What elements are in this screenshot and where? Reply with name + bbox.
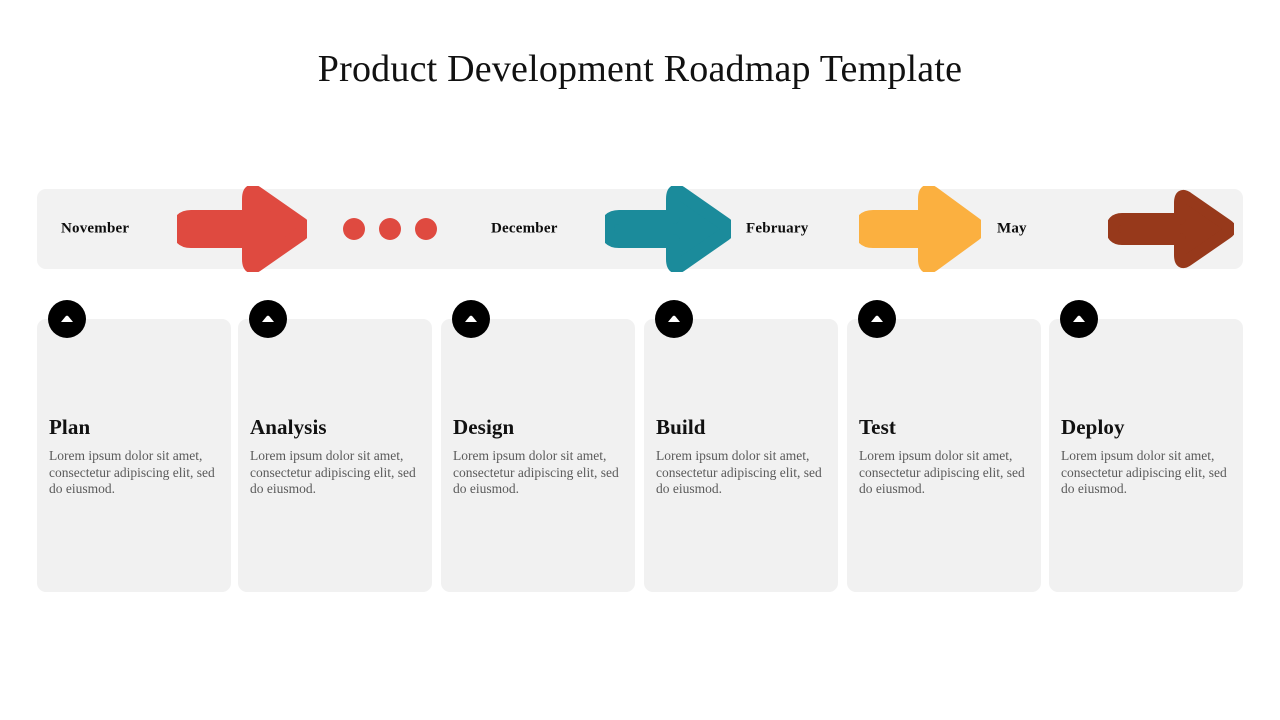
card-heading: Test [859,415,896,439]
chevron-up-icon[interactable] [452,300,490,338]
roadmap-card-deploy[interactable]: Deploy Lorem ipsum dolor sit amet, conse… [1049,300,1243,592]
card-description: Lorem ipsum dolor sit amet, consectetur … [656,448,822,496]
page-title: Product Development Roadmap Template [317,48,963,90]
chevron-up-icon[interactable] [48,300,86,338]
timeline-label-november: November [61,220,130,237]
timeline-bar: November December February May [37,186,1243,272]
card-heading: Deploy [1061,415,1125,439]
progress-dot [343,218,365,240]
chevron-up-icon[interactable] [655,300,693,338]
card-description: Lorem ipsum dolor sit amet, consectetur … [49,448,215,496]
chevron-up-icon[interactable] [858,300,896,338]
arrow-teal-icon [605,186,731,272]
roadmap-card-plan[interactable]: Plan Lorem ipsum dolor sit amet, consect… [37,300,231,592]
roadmap-card-design[interactable]: Design Lorem ipsum dolor sit amet, conse… [441,300,635,592]
progress-dots [343,218,437,240]
card-content: Design Lorem ipsum dolor sit amet, conse… [453,415,623,498]
timeline-label-february: February [746,220,809,237]
card-heading: Plan [49,415,91,439]
card-content: Plan Lorem ipsum dolor sit amet, consect… [49,415,219,498]
card-description: Lorem ipsum dolor sit amet, consectetur … [1061,448,1227,496]
card-content: Analysis Lorem ipsum dolor sit amet, con… [250,415,420,498]
arrow-brown-icon [1108,186,1234,272]
progress-dot [379,218,401,240]
chevron-up-icon[interactable] [249,300,287,338]
card-heading: Analysis [250,415,327,439]
progress-dot [415,218,437,240]
arrow-orange-icon [859,186,981,272]
roadmap-card-build[interactable]: Build Lorem ipsum dolor sit amet, consec… [644,300,838,592]
arrow-red-icon [177,186,307,272]
chevron-up-icon[interactable] [1060,300,1098,338]
timeline-label-may: May [997,220,1027,237]
card-description: Lorem ipsum dolor sit amet, consectetur … [453,448,619,496]
roadmap-card-test[interactable]: Test Lorem ipsum dolor sit amet, consect… [847,300,1041,592]
card-heading: Design [453,415,515,439]
card-description: Lorem ipsum dolor sit amet, consectetur … [859,448,1025,496]
card-content: Test Lorem ipsum dolor sit amet, consect… [859,415,1029,498]
card-content: Deploy Lorem ipsum dolor sit amet, conse… [1061,415,1231,498]
roadmap-card-analysis[interactable]: Analysis Lorem ipsum dolor sit amet, con… [238,300,432,592]
card-description: Lorem ipsum dolor sit amet, consectetur … [250,448,416,496]
timeline-label-december: December [491,220,558,237]
card-content: Build Lorem ipsum dolor sit amet, consec… [656,415,826,498]
card-heading: Build [656,415,706,439]
